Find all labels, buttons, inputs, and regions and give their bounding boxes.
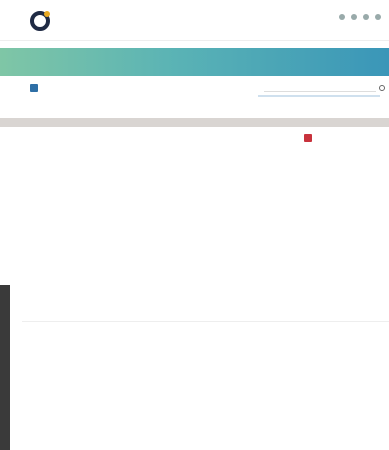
notifications-icon[interactable] [351,14,357,20]
top-right-controls [333,14,381,20]
settings-icon[interactable] [339,14,345,20]
logo-mark-icon [30,11,50,31]
record-actions [30,135,270,153]
search-hint [258,95,380,97]
search-input[interactable] [264,84,376,92]
section-divider [0,118,389,127]
user-menu-icon[interactable] [375,14,381,20]
delete-button[interactable] [304,134,312,142]
app-logo[interactable] [30,11,100,33]
primary-action-button[interactable] [30,84,38,92]
left-edge-bar [0,285,10,450]
record-detail-panel [16,128,389,450]
help-icon[interactable] [363,14,369,20]
search-icon[interactable] [379,85,385,91]
top-navbar [0,0,389,41]
record-right-actions [300,134,324,142]
list-toolbar [0,84,389,98]
row-divider [22,321,389,322]
module-header [0,48,389,76]
